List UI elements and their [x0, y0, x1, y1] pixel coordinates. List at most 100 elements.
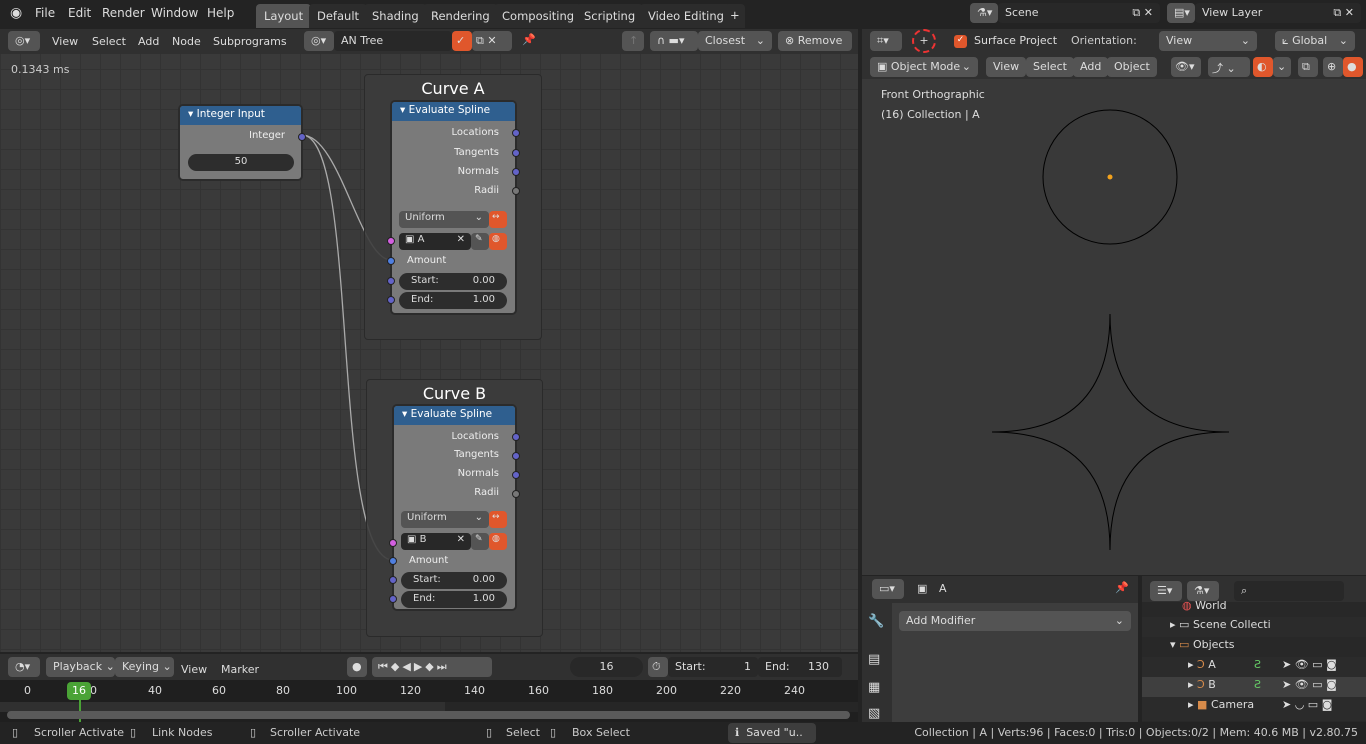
cursor-icon[interactable]: +: [912, 29, 936, 53]
outliner-row-world[interactable]: ◍ World: [1142, 598, 1366, 618]
amount-socket[interactable]: [389, 557, 397, 565]
row-toggles-icon[interactable]: ➤ 👁 ▭ ◙: [1282, 678, 1337, 691]
end-socket[interactable]: [387, 296, 395, 304]
playback-controls-icon[interactable]: ⏮◆◀▶◆⏭: [372, 657, 492, 677]
menu-add[interactable]: Add: [1073, 57, 1109, 77]
integer-output-socket[interactable]: [298, 133, 306, 141]
viewport-canvas[interactable]: [862, 79, 1366, 575]
amount-socket[interactable]: [387, 257, 395, 265]
menu-marker[interactable]: Marker: [217, 660, 263, 679]
radii-socket[interactable]: [512, 490, 520, 498]
saved-report-button[interactable]: ℹ Saved "u..: [728, 723, 816, 743]
object-field[interactable]: ▣ A ✕: [399, 233, 471, 250]
editor-type-icon[interactable]: ▭▾: [872, 579, 904, 599]
row-toggles-icon[interactable]: ➤ ◡ ▭ ◙: [1282, 698, 1332, 711]
row-toggles-icon[interactable]: ➤ 👁 ▭ ◙: [1282, 658, 1337, 671]
outliner-row-objects[interactable]: ▾ ▭ Objects: [1142, 637, 1366, 657]
render-tab-icon[interactable]: ▤: [868, 652, 880, 667]
normals-socket[interactable]: [512, 471, 520, 479]
gizmo-icon[interactable]: ⤴ ⌄: [1208, 57, 1250, 77]
locations-socket[interactable]: [512, 433, 520, 441]
settings-icon[interactable]: ↔: [489, 511, 507, 528]
orientation-dropdown[interactable]: View ⌄: [1159, 31, 1257, 51]
radii-socket[interactable]: [512, 187, 520, 195]
end-socket[interactable]: [389, 595, 397, 603]
add-modifier-dropdown[interactable]: Add Modifier ⌄: [899, 611, 1131, 631]
solid-shading-icon[interactable]: ●: [1343, 57, 1363, 77]
start-socket[interactable]: [387, 277, 395, 285]
world-icon[interactable]: ◍: [489, 233, 507, 250]
menu-view[interactable]: View: [986, 57, 1027, 77]
eyedropper-icon[interactable]: ✎: [471, 533, 489, 550]
modifier-wrench-icon[interactable]: 🔧: [868, 614, 884, 629]
evaluate-spline-node-b[interactable]: ▾ Evaluate Spline Locations Tangents Nor…: [389, 404, 520, 611]
snap-target-icon[interactable]: ⌗▾: [870, 31, 902, 51]
eyedropper-icon[interactable]: ✎: [471, 233, 489, 250]
node-header[interactable]: ▾ Integer Input: [180, 106, 301, 125]
overlays-icon[interactable]: ◐: [1253, 57, 1273, 77]
view-layer-field[interactable]: View Layer ⧉ ✕: [1195, 3, 1361, 23]
tangents-socket[interactable]: [512, 452, 520, 460]
playback-dropdown[interactable]: Playback ⌄: [46, 657, 115, 677]
copy-icon[interactable]: ⧉ ✕: [1333, 6, 1354, 20]
object-socket[interactable]: [389, 539, 397, 547]
view-layer-icon[interactable]: ▤▾: [1167, 3, 1195, 23]
integer-value-field[interactable]: 50: [188, 154, 294, 171]
visibility-icon[interactable]: 👁▾: [1171, 57, 1201, 77]
world-icon[interactable]: ◍: [489, 533, 507, 550]
playback-label: Playback: [53, 660, 103, 673]
mouse-left-icon: ▯: [486, 726, 493, 739]
curve-b-star[interactable]: [991, 313, 1230, 551]
playhead-frame-indicator[interactable]: 16: [67, 682, 91, 700]
wireframe-shading-icon[interactable]: ⊕: [1323, 57, 1343, 77]
surface-project-checkbox[interactable]: ✓: [954, 35, 967, 48]
keying-dropdown[interactable]: Keying ⌄: [115, 657, 174, 677]
mode-dropdown[interactable]: Uniform ⌄: [399, 211, 489, 228]
object-name: B: [419, 534, 427, 545]
scene-field[interactable]: Scene ⧉ ✕: [998, 3, 1160, 23]
output-tab-icon[interactable]: ▦: [868, 680, 880, 695]
end-frame-field[interactable]: End: 130: [758, 657, 842, 677]
start-frame-field[interactable]: Start: 1: [668, 657, 758, 677]
current-frame-field[interactable]: 16: [570, 657, 643, 677]
locations-socket[interactable]: [512, 129, 520, 137]
pin-icon[interactable]: 📌: [1115, 581, 1129, 594]
timeline-scrollbar[interactable]: [7, 711, 850, 719]
overlays-dropdown-icon[interactable]: ⌄: [1273, 57, 1291, 77]
outliner-row-scene-collection[interactable]: ▸ ▭ Scene Collecti: [1142, 617, 1366, 637]
curve-data-icon[interactable]: Ƨ: [1254, 658, 1261, 671]
object-field[interactable]: ▣ B ✕: [401, 533, 471, 550]
stopwatch-icon[interactable]: ⏱: [648, 657, 668, 677]
outliner-row-camera[interactable]: ▸ ■ Camera ➤ ◡ ▭ ◙: [1142, 697, 1366, 721]
menu-view[interactable]: View: [177, 660, 211, 679]
node-header[interactable]: ▾ Evaluate Spline: [394, 406, 515, 425]
editor-type-icon[interactable]: ◔▾: [8, 657, 40, 677]
curve-data-icon[interactable]: Ƨ: [1254, 678, 1261, 691]
object-socket[interactable]: [387, 237, 395, 245]
mode-dropdown[interactable]: Uniform ⌄: [401, 511, 489, 528]
scene-icon[interactable]: ⚗▾: [970, 3, 998, 23]
outliner-row-b[interactable]: ▸ Ɔ B Ƨ ➤ 👁 ▭ ◙: [1142, 677, 1366, 697]
status-hint: Box Select: [572, 726, 630, 739]
end-field[interactable]: End: 1.00: [401, 591, 507, 608]
start-field[interactable]: Start: 0.00: [399, 273, 507, 290]
menu-object[interactable]: Object: [1107, 57, 1157, 77]
frame-title: Curve B: [422, 384, 487, 403]
start-socket[interactable]: [389, 576, 397, 584]
record-icon[interactable]: ●: [347, 657, 367, 677]
evaluate-spline-node-a[interactable]: ▾ Evaluate Spline Locations Tangents Nor…: [387, 100, 520, 315]
settings-icon[interactable]: ↔: [489, 211, 507, 228]
copy-icon[interactable]: ⧉ ✕: [1132, 6, 1153, 20]
transform-orientation-dropdown[interactable]: ⟀ Global ⌄: [1275, 31, 1355, 51]
start-field[interactable]: Start: 0.00: [401, 572, 507, 589]
integer-input-node[interactable]: ▾ Integer Input Integer 50: [178, 104, 306, 181]
xray-icon[interactable]: ⧉: [1298, 57, 1318, 77]
tangents-socket[interactable]: [512, 149, 520, 157]
mode-dropdown[interactable]: ▣ Object Mode ⌄: [870, 57, 978, 77]
outliner-row-a[interactable]: ▸ Ɔ A Ƨ ➤ 👁 ▭ ◙: [1142, 657, 1366, 677]
view-layer-tab-icon[interactable]: ▧: [868, 706, 880, 721]
menu-select[interactable]: Select: [1026, 57, 1074, 77]
node-header[interactable]: ▾ Evaluate Spline: [392, 102, 515, 121]
end-field[interactable]: End: 1.00: [399, 292, 507, 309]
normals-socket[interactable]: [512, 168, 520, 176]
